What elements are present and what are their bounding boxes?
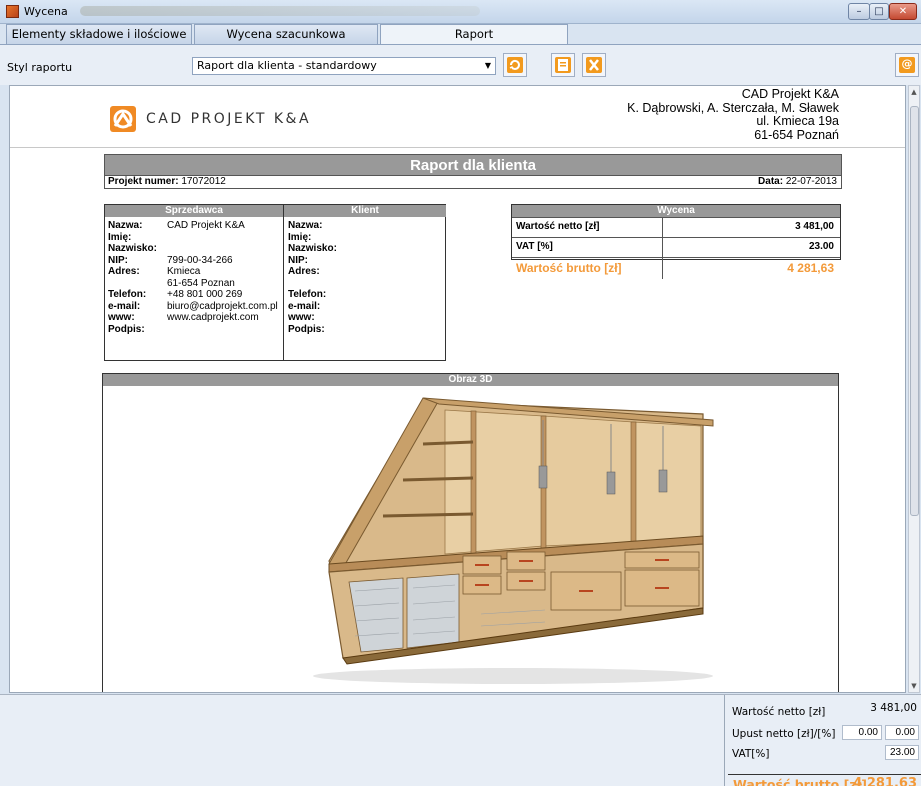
report-meta: Projekt numer: 17072012 Data: 22-07-2013	[104, 176, 842, 189]
help-button[interactable]: @	[895, 53, 919, 77]
tab-strip: Elementy składowe i ilościowe Wycena sza…	[6, 24, 906, 44]
company-line: 61-654 Poznań	[754, 127, 839, 142]
summary-divider	[724, 695, 725, 786]
tab-wycena-szacunkowa[interactable]: Wycena szacunkowa	[194, 24, 378, 44]
tab-elementy[interactable]: Elementy składowe i ilościowe	[6, 24, 192, 44]
column-divider	[283, 205, 284, 361]
help-glyph: @	[901, 57, 913, 70]
summary-panel: Wartość netto [zł] 3 481,00 Upust netto …	[0, 694, 921, 786]
window-title: Wycena	[24, 5, 68, 18]
refresh-icon	[507, 57, 523, 73]
report-scrollbar[interactable]: ▲ ▼	[908, 85, 920, 693]
valuation-header: Wycena	[512, 205, 840, 217]
company-line: K. Dąbrowski, A. Sterczała, M. Sławek	[627, 100, 839, 115]
chevron-down-icon: ▼	[484, 61, 491, 70]
export-excel-icon	[586, 57, 602, 73]
discount-percent-input[interactable]	[885, 725, 919, 740]
logo-icon	[110, 106, 136, 132]
wardrobe-3d-render	[313, 397, 714, 684]
minimize-button[interactable]: –	[848, 3, 870, 20]
valuation-table: Wycena Wartość netto [zł] 3 481,00 VAT [%…	[511, 204, 841, 279]
maximize-button[interactable]: □	[869, 3, 889, 20]
tab-raport[interactable]: Raport	[380, 24, 568, 44]
app-icon	[6, 5, 19, 18]
logo-text: CAD PROJEKT K&A	[146, 111, 312, 127]
summary-gross-value: 4 281,63	[853, 776, 917, 786]
scroll-down-icon[interactable]: ▼	[909, 682, 919, 690]
seller-header: Sprzedawca	[105, 205, 283, 217]
company-line: CAD Projekt K&A	[741, 87, 839, 101]
title-bar: Wycena – □ ✕	[0, 0, 921, 24]
company-line: ul. Kmieca 19a	[756, 114, 839, 128]
image-3d-panel: Obraz 3D	[102, 373, 839, 692]
seller-client-table: Sprzedawca Klient Nazwa: Imię: Nazwisko: NI…	[104, 204, 446, 361]
client-header: Klient	[284, 205, 446, 217]
valuation-gross-row: Wartość brutto [zł] 4 281,63	[512, 257, 840, 279]
style-label: Styl raportu	[7, 61, 73, 74]
seller-labels: Nazwa: Imię: Nazwisko: NIP: Adres: Telefon: e…	[108, 220, 157, 335]
valuation-net-row: Wartość netto [zł] 3 481,00	[512, 217, 840, 237]
close-button[interactable]: ✕	[889, 3, 917, 20]
project-number: Projekt numer: 17072012	[108, 176, 226, 187]
company-address: CAD Projekt K&A K. Dąbrowski, A. Stercza…	[627, 87, 839, 142]
toolbar: Styl raportu Raport dla klienta - standa…	[0, 45, 921, 85]
scroll-thumb[interactable]	[910, 106, 919, 516]
header-divider	[10, 147, 905, 148]
export-pdf-button[interactable]	[551, 53, 575, 77]
vat-input[interactable]	[885, 745, 919, 760]
report-title: Raport dla klienta	[104, 154, 842, 176]
summary-gross-label: Wartość brutto [zł]	[733, 777, 867, 786]
summary-vat-label: VAT[%]	[732, 748, 770, 760]
seller-values: CAD Projekt K&A 799-00-34-266 Kmieca 61-65…	[167, 220, 278, 323]
report-style-select[interactable]: Raport dla klienta - standardowy ▼	[192, 57, 496, 75]
report-style-value: Raport dla klienta - standardowy	[197, 59, 377, 72]
scroll-up-icon[interactable]: ▲	[909, 88, 919, 96]
discount-amount-input[interactable]	[842, 725, 882, 740]
valuation-vat-row: VAT [%] 23.00	[512, 237, 840, 257]
report-preview[interactable]: CAD PROJEKT K&A CAD Projekt K&A K. Dąbro…	[9, 85, 906, 693]
summary-discount-label: Upust netto [zł]/[%]	[732, 728, 836, 740]
summary-net-label: Wartość netto [zł]	[732, 706, 826, 718]
report-date: Data: 22-07-2013	[758, 176, 837, 187]
client-labels: Nazwa: Imię: Nazwisko: NIP: Adres: Telefon: e…	[288, 220, 337, 335]
summary-net-value: 3 481,00	[870, 702, 917, 714]
image-3d-header: Obraz 3D	[103, 374, 838, 386]
gross-separator	[728, 774, 921, 775]
export-pdf-icon	[555, 57, 571, 73]
export-excel-button[interactable]	[582, 53, 606, 77]
blurred-title-path	[80, 6, 480, 16]
refresh-button[interactable]	[503, 53, 527, 77]
